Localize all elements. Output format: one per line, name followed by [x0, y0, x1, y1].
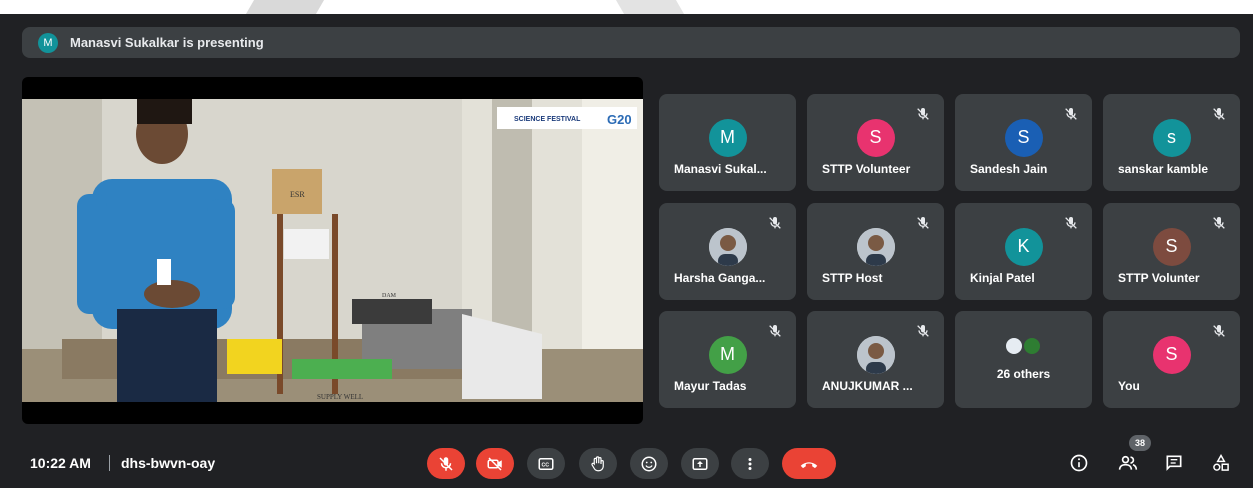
muted-mic-icon — [1211, 106, 1227, 122]
participant-tile[interactable]: Harsha Ganga... — [659, 203, 796, 300]
chat-button[interactable] — [1163, 452, 1185, 474]
top-watermark-strip — [0, 0, 1253, 14]
participant-avatar — [856, 227, 895, 266]
mini-avatar — [1021, 336, 1042, 356]
camera-off-button[interactable] — [476, 448, 514, 479]
participant-tile[interactable]: K Kinjal Patel — [955, 203, 1092, 300]
participant-name: Kinjal Patel — [970, 271, 1035, 285]
divider — [109, 455, 110, 471]
participant-name: STTP Volunteer — [822, 162, 911, 176]
participant-tile[interactable]: S Sandesh Jain — [955, 94, 1092, 191]
participant-name: You — [1118, 379, 1140, 393]
others-avatars — [1003, 336, 1042, 356]
profile-photo — [856, 335, 895, 374]
activities-icon — [1213, 453, 1229, 471]
participant-avatar: s — [1152, 118, 1191, 157]
participant-name: Mayur Tadas — [674, 379, 747, 393]
participant-tile[interactable]: S STTP Volunter — [1103, 203, 1240, 300]
muted-mic-icon — [915, 106, 931, 122]
people-count-badge: 38 — [1129, 435, 1151, 451]
people-icon — [1118, 455, 1138, 470]
watermark-shape — [245, 0, 325, 14]
muted-mic-icon — [1063, 215, 1079, 231]
slide-label-supply: SUPPLY WELL — [317, 393, 363, 401]
emoji-icon — [641, 456, 657, 471]
mic-off-button[interactable] — [427, 448, 465, 479]
slide-label-dam: DAM — [382, 293, 397, 299]
participant-name: Harsha Ganga... — [674, 271, 766, 285]
leave-call-button[interactable] — [782, 448, 836, 479]
presenter-avatar: M — [38, 32, 58, 53]
participant-tile[interactable]: s sanskar kamble — [1103, 94, 1240, 191]
participant-tile[interactable]: M Manasvi Sukal... — [659, 94, 796, 191]
participant-avatar: S — [856, 118, 895, 157]
participant-avatar: M — [708, 335, 747, 374]
muted-mic-icon — [1211, 323, 1227, 339]
raise-hand-button[interactable] — [579, 448, 617, 479]
presentation-video: SCIENCE FESTIVAL G20 ESR SUPPLY WELL DAM — [22, 99, 643, 402]
people-button[interactable] — [1117, 452, 1139, 474]
call-end-icon — [800, 461, 818, 468]
participant-avatar: S — [1152, 335, 1191, 374]
captions-icon: CC — [538, 457, 554, 470]
presentation-stage[interactable]: SCIENCE FESTIVAL G20 ESR SUPPLY WELL DAM — [22, 77, 643, 424]
camera-off-icon — [487, 456, 502, 471]
participant-tile[interactable]: M Mayur Tadas — [659, 311, 796, 408]
participant-avatar — [856, 335, 895, 374]
participant-tile[interactable]: 26 others — [955, 311, 1092, 408]
participant-avatar — [708, 227, 747, 266]
meeting-code: dhs-bwvn-oay — [121, 455, 216, 471]
meeting-time: 10:22 AM — [30, 455, 91, 471]
activities-button[interactable] — [1210, 452, 1232, 474]
participant-tile[interactable]: ANUJKUMAR ... — [807, 311, 944, 408]
slide-label-esr: ESR — [290, 190, 305, 199]
present-icon — [692, 457, 708, 470]
participant-tile[interactable]: S You — [1103, 311, 1240, 408]
bottom-toolbar: 10:22 AM dhs-bwvn-oay CC 38 — [0, 435, 1253, 488]
participant-avatar: S — [1004, 118, 1043, 157]
participant-avatar: M — [708, 118, 747, 157]
slide-label-g20: G20 — [607, 112, 632, 127]
participant-avatar: K — [1004, 227, 1043, 266]
muted-mic-icon — [767, 323, 783, 339]
muted-mic-icon — [915, 323, 931, 339]
slide-label-science: SCIENCE FESTIVAL — [514, 116, 581, 123]
participant-name: Manasvi Sukal... — [674, 162, 767, 176]
participant-name: STTP Volunter — [1118, 271, 1200, 285]
participant-name: ANUJKUMAR ... — [822, 379, 913, 393]
watermark-shape — [615, 0, 685, 14]
participant-tile[interactable]: STTP Host — [807, 203, 944, 300]
muted-mic-icon — [915, 215, 931, 231]
presenting-banner: M Manasvi Sukalkar is presenting — [22, 27, 1240, 58]
muted-mic-icon — [1211, 215, 1227, 231]
mini-avatar — [1003, 336, 1024, 356]
mic-off-icon — [439, 456, 453, 471]
info-icon — [1070, 454, 1088, 472]
more-options-button[interactable] — [731, 448, 769, 479]
svg-text:CC: CC — [542, 462, 550, 468]
participant-name: STTP Host — [822, 271, 883, 285]
present-button[interactable] — [681, 448, 719, 479]
chat-icon — [1166, 455, 1182, 471]
profile-photo — [856, 227, 895, 266]
captions-button[interactable]: CC — [527, 448, 565, 479]
presenting-text: Manasvi Sukalkar is presenting — [70, 35, 264, 50]
meeting-info-button[interactable] — [1068, 452, 1090, 474]
participant-name: 26 others — [996, 367, 1051, 381]
profile-photo — [708, 227, 747, 266]
more-vert-icon — [748, 457, 752, 470]
participant-name: Sandesh Jain — [970, 162, 1048, 176]
muted-mic-icon — [1063, 106, 1079, 122]
participant-avatar: S — [1152, 227, 1191, 266]
muted-mic-icon — [767, 215, 783, 231]
participant-name: sanskar kamble — [1118, 162, 1209, 176]
hand-icon — [591, 455, 604, 471]
video-frame-image: SCIENCE FESTIVAL G20 ESR SUPPLY WELL DAM — [22, 99, 643, 402]
reactions-button[interactable] — [630, 448, 668, 479]
participant-tile[interactable]: S STTP Volunteer — [807, 94, 944, 191]
